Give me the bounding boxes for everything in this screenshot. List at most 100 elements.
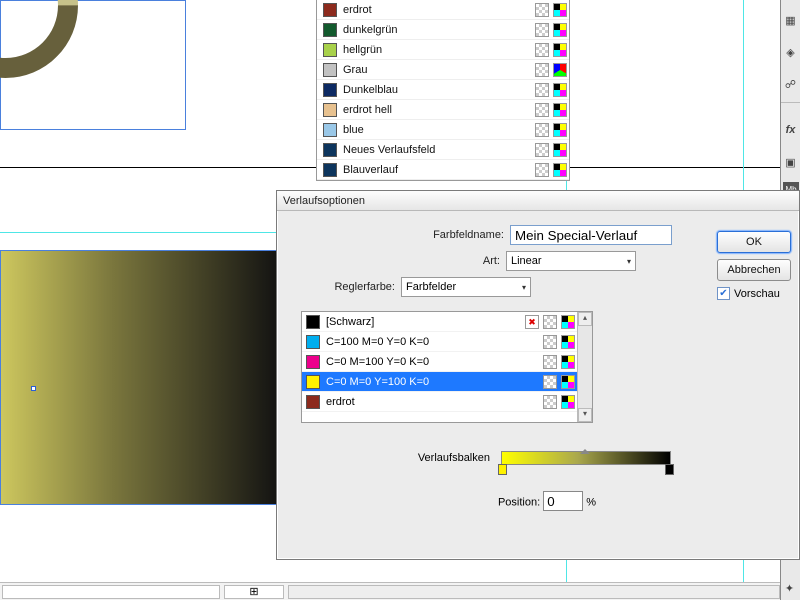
gradient-options-dialog: Verlaufsoptionen Farbfeldname: Art: Line…	[276, 190, 800, 560]
color-name: C=0 M=100 Y=0 K=0	[326, 356, 539, 368]
color-name: C=0 M=0 Y=100 K=0	[326, 376, 539, 388]
transparency-icon	[535, 3, 549, 17]
swatch-row[interactable]: Neues Verlaufsfeld	[317, 140, 569, 160]
pages-icon[interactable]: ▦	[781, 8, 800, 32]
status-bar: ⊞	[0, 582, 780, 600]
caret-down-icon: ▾	[522, 283, 526, 292]
color-name: erdrot	[326, 396, 539, 408]
ok-button[interactable]: OK	[717, 231, 791, 253]
color-list-row[interactable]: erdrot	[302, 392, 577, 412]
transparency-icon	[543, 335, 557, 349]
swatch-color-chip	[323, 123, 337, 137]
swatch-color-chip	[323, 143, 337, 157]
cmyk-mode-icon	[553, 163, 567, 177]
anchor-point[interactable]	[31, 386, 36, 391]
color-chip	[306, 395, 320, 409]
swatch-name-input[interactable]	[510, 225, 672, 245]
cmyk-mode-icon	[561, 355, 575, 369]
layers-icon[interactable]: ◈	[781, 40, 800, 64]
transparency-icon	[535, 123, 549, 137]
cmyk-mode-icon	[553, 3, 567, 17]
type-value: Linear	[511, 255, 542, 267]
fx-icon[interactable]: fx	[781, 118, 800, 142]
stop-color-label: Reglerfarbe:	[315, 281, 395, 293]
cmyk-mode-icon	[561, 335, 575, 349]
swatch-row[interactable]: erdrot	[317, 0, 569, 20]
cancel-button[interactable]: Abbrechen	[717, 259, 791, 281]
color-chip	[306, 375, 320, 389]
cmyk-mode-icon	[553, 103, 567, 117]
caret-down-icon: ▾	[627, 257, 631, 266]
color-list-row[interactable]: [Schwarz]	[302, 312, 577, 332]
curve-graphic	[0, 0, 108, 108]
swatch-row[interactable]: dunkelgrün	[317, 20, 569, 40]
stop-color-combobox[interactable]: Farbfelder ▾	[401, 277, 531, 297]
swatch-row[interactable]: Grau	[317, 60, 569, 80]
swatch-color-chip	[323, 83, 337, 97]
object-styles-icon[interactable]: ▣	[781, 150, 800, 174]
color-name: [Schwarz]	[326, 316, 521, 328]
swatch-name: blue	[343, 124, 531, 136]
swatch-name: hellgrün	[343, 44, 531, 56]
cmyk-mode-icon	[561, 395, 575, 409]
color-chip	[306, 355, 320, 369]
scroll-up-icon[interactable]: ▴	[578, 312, 592, 326]
gradient-stop-left[interactable]	[498, 464, 507, 475]
cmyk-mode-icon	[553, 43, 567, 57]
swatch-row[interactable]: blue	[317, 120, 569, 140]
type-label: Art:	[440, 255, 500, 267]
color-chip	[306, 335, 320, 349]
cmyk-mode-icon	[553, 123, 567, 137]
gradient-ramp[interactable]	[501, 451, 671, 465]
transparency-icon	[535, 143, 549, 157]
horizontal-scrollbar[interactable]	[288, 585, 780, 599]
scrollbar[interactable]: ▴ ▾	[577, 312, 592, 422]
rgb-mode-icon	[553, 63, 567, 77]
swatch-color-chip	[323, 3, 337, 17]
gradient-rectangle[interactable]	[0, 250, 283, 505]
page-navigator[interactable]: ⊞	[224, 585, 284, 599]
swatch-row[interactable]: hellgrün	[317, 40, 569, 60]
midpoint-diamond-icon[interactable]	[580, 444, 590, 452]
type-combobox[interactable]: Linear ▾	[506, 251, 636, 271]
transparency-icon	[543, 355, 557, 369]
cmyk-mode-icon	[553, 143, 567, 157]
dialog-title: Verlaufsoptionen	[283, 195, 365, 207]
swatch-color-chip	[323, 103, 337, 117]
transparency-icon	[535, 23, 549, 37]
color-chip	[306, 315, 320, 329]
field-name-label: Farbfeldname:	[404, 229, 504, 241]
preview-checkbox[interactable]: ✔	[717, 287, 730, 300]
swatches-panel: erdrot dunkelgrün hellgrün Grau Dunkelblau er…	[316, 0, 570, 181]
swatch-color-chip	[323, 63, 337, 77]
swatch-color-chip	[323, 43, 337, 57]
color-list-row[interactable]: C=0 M=0 Y=100 K=0	[302, 372, 577, 392]
swatch-row[interactable]: Blauverlauf	[317, 160, 569, 180]
dock-divider	[781, 102, 800, 110]
transparency-icon	[543, 315, 557, 329]
cmyk-mode-icon	[561, 315, 575, 329]
swatch-row[interactable]: Dunkelblau	[317, 80, 569, 100]
transparency-icon	[535, 103, 549, 117]
swatch-name: Grau	[343, 64, 531, 76]
links-icon[interactable]: ☍	[781, 72, 800, 96]
scroll-down-icon[interactable]: ▾	[578, 408, 592, 422]
position-unit: %	[586, 497, 596, 509]
swatch-row[interactable]: erdrot hell	[317, 100, 569, 120]
color-list-row[interactable]: C=0 M=100 Y=0 K=0	[302, 352, 577, 372]
ramp-label: Verlaufsbalken	[397, 452, 490, 464]
preview-label: Vorschau	[734, 288, 780, 300]
image-frame[interactable]	[0, 0, 186, 130]
gradient-stop-right[interactable]	[665, 464, 674, 475]
swatch-name: dunkelgrün	[343, 24, 531, 36]
transparency-icon	[543, 395, 557, 409]
color-list-row[interactable]: C=100 M=0 Y=0 K=0	[302, 332, 577, 352]
add-page-icon[interactable]: ✦	[780, 576, 799, 600]
position-input[interactable]	[543, 491, 583, 511]
color-name: C=100 M=0 Y=0 K=0	[326, 336, 539, 348]
transparency-icon	[535, 43, 549, 57]
swatch-color-list[interactable]: [Schwarz] C=100 M=0 Y=0 K=0 C=0 M=100 Y=0 …	[301, 311, 593, 423]
dialog-titlebar[interactable]: Verlaufsoptionen	[277, 191, 799, 211]
zoom-field[interactable]	[2, 585, 220, 599]
swatch-name: erdrot hell	[343, 104, 531, 116]
